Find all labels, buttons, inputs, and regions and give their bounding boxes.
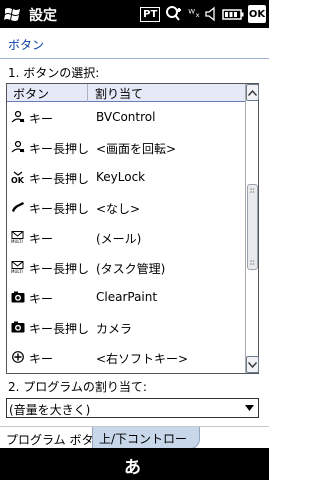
table-header: ボタン 割り当て — [7, 84, 245, 102]
volume-icon[interactable] — [204, 4, 218, 24]
section1-label: 1. ボタンの選択: — [8, 66, 100, 80]
camera-icon — [11, 321, 25, 333]
svg-text:MULTI: MULTI — [11, 239, 23, 243]
multi-mail-icon: MULTI — [11, 231, 24, 243]
table-row[interactable]: キー長押し <画面を回転> — [7, 132, 245, 162]
camera-icon — [11, 291, 25, 303]
scroll-down-button[interactable] — [246, 356, 259, 373]
grip-icon — [250, 260, 255, 265]
app-title: 設定 — [29, 8, 57, 24]
windows-logo-icon[interactable] — [4, 6, 21, 22]
mic-person-icon — [11, 141, 25, 153]
multi-mail-icon: MULTI — [11, 261, 24, 273]
chevron-down-icon — [248, 361, 257, 368]
dropdown-arrow-icon — [245, 405, 254, 411]
connectivity-icon[interactable] — [164, 4, 184, 24]
bottom-bar: あ — [0, 448, 269, 480]
row-key-label: キー — [29, 292, 54, 306]
scroll-up-button[interactable] — [246, 84, 259, 101]
row-assignment: <画面を回転> — [96, 142, 177, 156]
row-key-label: キー長押し — [29, 202, 90, 216]
row-assignment: <右ソフトキー> — [96, 352, 189, 366]
battery-icon[interactable] — [222, 4, 244, 24]
row-assignment: (メール) — [96, 232, 142, 246]
ok-key-icon: OK — [11, 171, 25, 183]
table-row[interactable]: キー長押し <なし> — [7, 192, 245, 222]
tab-bar: プログラム ボタン 上/下コントロール — [0, 426, 269, 463]
table-row[interactable]: キー長押し カメラ — [7, 312, 245, 342]
chevron-up-icon — [248, 89, 257, 96]
row-assignment: ClearPaint — [96, 290, 158, 304]
row-assignment: (タスク管理) — [96, 262, 166, 276]
table-row[interactable]: キー BVControl — [7, 102, 245, 132]
row-assignment: カメラ — [96, 322, 133, 336]
column-separator — [87, 84, 88, 102]
table-row[interactable]: キー ClearPaint — [7, 282, 245, 312]
svg-text:MULTI: MULTI — [11, 269, 23, 273]
row-assignment: <なし> — [96, 202, 141, 216]
table-row[interactable]: キー <右ソフトキー> — [7, 342, 245, 372]
status-icons: PT ᵂₓ OK — [140, 4, 266, 24]
tab-updown-control[interactable]: 上/下コントロール — [92, 427, 200, 463]
page-heading: ボタン — [8, 38, 45, 52]
title-bar: 設定 PT ᵂₓ OK — [0, 0, 269, 28]
row-assignment: BVControl — [96, 110, 156, 124]
column-header-button[interactable]: ボタン — [13, 85, 49, 102]
button-assignment-table: ボタン 割り当て キー BVControl キー長押し <画面を回転> OK キ… — [6, 83, 259, 374]
table-row[interactable]: OK キー長押し KeyLock — [7, 162, 245, 192]
svg-text:OK: OK — [11, 176, 25, 183]
heading-divider — [0, 58, 269, 59]
signal-strength-icon[interactable]: ᵂₓ — [188, 4, 200, 24]
row-assignment: KeyLock — [96, 170, 146, 184]
column-header-assignment[interactable]: 割り当て — [95, 85, 143, 102]
section2-label: 2. プログラムの割り当て: — [8, 380, 147, 394]
table-row[interactable]: MULTI キー (メール) — [7, 222, 245, 252]
ok-button[interactable]: OK — [248, 5, 266, 23]
pt-icon[interactable]: PT — [140, 6, 161, 22]
row-key-label: キー — [29, 112, 54, 126]
grip-icon — [250, 188, 255, 193]
row-key-label: キー — [29, 232, 54, 246]
program-assignment-dropdown[interactable]: (音量を大きく) — [6, 398, 259, 418]
row-key-label: キー長押し — [29, 322, 90, 336]
scroll-thumb[interactable] — [247, 184, 258, 270]
phone-icon — [12, 202, 24, 212]
tab-program-button[interactable]: プログラム ボタン — [6, 431, 105, 448]
table-row[interactable]: MULTI キー長押し (タスク管理) — [7, 252, 245, 282]
input-method-button[interactable]: あ — [124, 453, 141, 478]
row-key-label: キー長押し — [29, 262, 90, 276]
mic-person-icon — [11, 111, 25, 123]
dropdown-selected-value: (音量を大きく) — [9, 403, 91, 417]
table-rows: キー BVControl キー長押し <画面を回転> OK キー長押し KeyL… — [7, 102, 245, 373]
table-scrollbar[interactable] — [245, 84, 259, 373]
plus-circle-icon — [12, 351, 24, 363]
row-key-label: キー長押し — [29, 142, 90, 156]
row-key-label: キー長押し — [29, 172, 90, 186]
row-key-label: キー — [29, 352, 54, 366]
